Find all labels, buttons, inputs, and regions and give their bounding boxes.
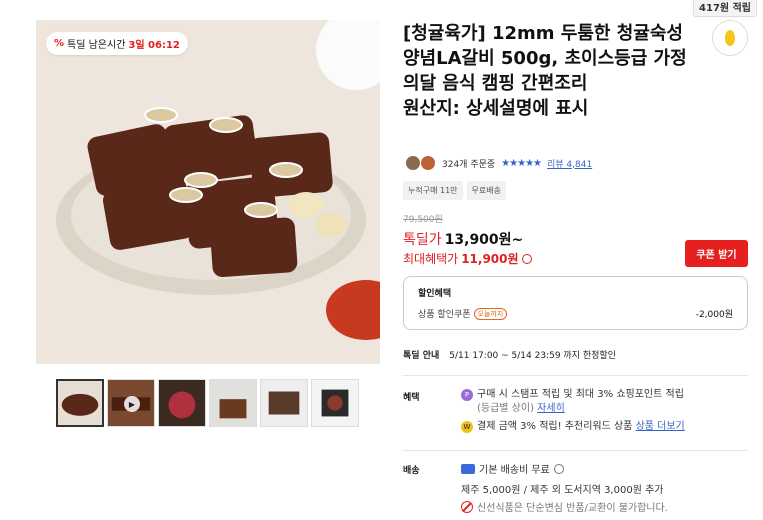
thumbnail[interactable]: [311, 379, 359, 427]
timer-remaining: 3일 06:12: [128, 40, 180, 51]
point-icon: P: [461, 389, 473, 401]
review-link[interactable]: 리뷰 4,841: [547, 157, 592, 170]
today-badge: 오늘까지: [473, 307, 508, 320]
benefit-line2: 결제 금액 3% 적립! 추천리워드 상품: [477, 421, 633, 432]
original-price: 79,500원: [403, 215, 443, 225]
detail-link[interactable]: 자세히: [537, 403, 565, 414]
discount-item: 상품 할인쿠폰: [418, 310, 471, 320]
best-value: 11,900원: [461, 252, 519, 266]
rating-row: 324개 주문중 ★★★★★ 리뷰 4,841: [406, 156, 592, 170]
reward-icon: W: [461, 421, 473, 433]
heart-icon: [725, 30, 735, 46]
discount-amount: -2,000원: [695, 310, 733, 320]
tag: 무료배송: [466, 181, 506, 200]
price-value: 13,900원~: [444, 232, 524, 248]
price-label: 톡딜가: [403, 232, 442, 248]
truck-icon: [461, 463, 475, 474]
timer-label: 특딜 남은시간: [67, 40, 126, 51]
product-title: [청귤육가] 12mm 두툼한 청귤숙성 양념LA갈비 500g, 초이스등급 …: [403, 23, 687, 119]
best-price: 최대혜택가 11,900원: [403, 250, 532, 267]
breadcrumb-strip: [0, 0, 763, 12]
benefit-label: 혜택: [403, 393, 420, 403]
seller-avatar: [406, 156, 436, 170]
info-icon[interactable]: [521, 253, 532, 264]
sale-period: 톡딜 안내 5/11 17:00 ~ 5/14 23:59 까지 한정할인: [403, 348, 616, 361]
discount-heading: 할인혜택: [418, 289, 452, 299]
tag: 누적구매 11만: [403, 181, 463, 200]
order-count: 324개 주문중: [442, 159, 496, 170]
galbi-photo: [36, 20, 380, 364]
divider: [403, 450, 748, 451]
benefit-stamp: P 구매 시 스탬프 적립 및 최대 3% 쇼핑포인트 적립 (등급별 상이) …: [461, 388, 684, 416]
tag-list: 누적구매 11만 무료배송: [403, 181, 506, 200]
point-badge: 417원 적립: [693, 0, 757, 17]
shipping-jeju-text: 제주 5,000원 / 제주 외 도서지역 3,000원 추가: [461, 485, 664, 496]
shipping-label: 배송: [403, 466, 420, 476]
thumbnail[interactable]: [56, 379, 104, 427]
benefit-reward: W 결제 금액 3% 적립! 추천리워드 상품 상품 더보기: [461, 420, 685, 434]
best-label: 최대혜택가: [403, 252, 459, 266]
benefit-line1b: (등급별 상이): [477, 403, 534, 414]
divider: [403, 375, 748, 376]
discount-row: 상품 할인쿠폰 오늘까지 -2,000원: [418, 307, 733, 320]
product-main-image[interactable]: % 특딜 남은시간 3일 06:12: [36, 20, 380, 364]
benefit-line1: 구매 시 스탬프 적립 및 최대 3% 쇼핑포인트 적립: [477, 389, 684, 400]
shipping-jeju: 제주 5,000원 / 제주 외 도서지역 3,000원 추가: [461, 481, 663, 496]
sale-text: 5/11 17:00 ~ 5/14 23:59 까지 한정할인: [449, 351, 616, 361]
thumbnail[interactable]: [209, 379, 257, 427]
coupon-button[interactable]: 쿠폰 받기: [685, 240, 748, 267]
thumbnail[interactable]: [260, 379, 308, 427]
thumbnail-video[interactable]: ▶: [107, 379, 155, 427]
thumbnail[interactable]: [158, 379, 206, 427]
shipping-notice-text: 신선식품은 단순변심 반품/교환이 불가합니다.: [477, 503, 668, 514]
favorite-button[interactable]: [712, 20, 748, 56]
info-icon[interactable]: [553, 463, 564, 474]
deal-timer: % 특딜 남은시간 3일 06:12: [46, 32, 188, 55]
shipping-base-text: 기본 배송비 무료: [479, 465, 550, 476]
deal-price: 톡딜가 13,900원~: [403, 229, 523, 249]
no-return-icon: [461, 500, 473, 513]
play-icon: ▶: [124, 396, 140, 412]
thumbnail-strip: ▶: [56, 379, 359, 427]
shipping-base: 기본 배송비 무료: [461, 461, 564, 476]
discount-box: 할인혜택 상품 할인쿠폰 오늘까지 -2,000원: [403, 276, 748, 330]
sale-label: 톡딜 안내: [403, 351, 440, 361]
more-products-link[interactable]: 상품 더보기: [636, 421, 685, 432]
shipping-notice: 신선식품은 단순변심 반품/교환이 불가합니다.: [461, 499, 668, 514]
percent-icon: %: [54, 38, 65, 49]
star-rating: ★★★★★: [501, 157, 542, 169]
